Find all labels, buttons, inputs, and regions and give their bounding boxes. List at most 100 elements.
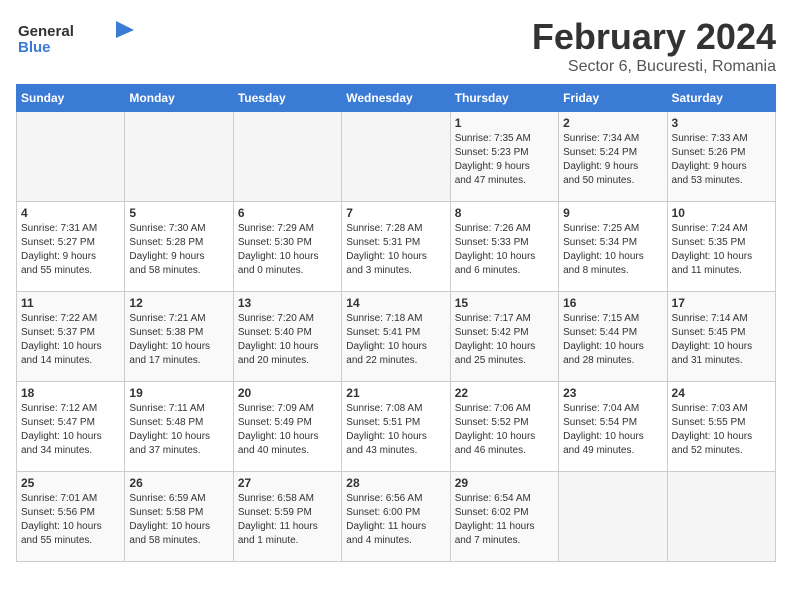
day-number: 28: [346, 476, 445, 490]
calendar-week-5: 25 Sunrise: 7:01 AMSunset: 5:56 PMDayligh…: [17, 472, 776, 562]
day-content: Sunrise: 7:11 AMSunset: 5:48 PMDaylight:…: [129, 402, 228, 458]
calendar-week-2: 4Sunrise: 7:31 AMSunset: 5:27 PMDaylight…: [17, 202, 776, 292]
calendar-cell: 3 Sunrise: 7:33 AMSunset: 5:26 PMDaylight…: [667, 112, 775, 202]
calendar-cell: 24Sunrise: 7:03 AMSunset: 5:55 PMDayligh…: [667, 382, 775, 472]
calendar-cell: 28 Sunrise: 6:56 AMSunset: 6:00 PMDayligh…: [342, 472, 450, 562]
day-number: 7: [346, 206, 445, 220]
calendar-cell: [559, 472, 667, 562]
calendar-week-4: 18 Sunrise: 7:12 AMSunset: 5:47 PMDayligh…: [17, 382, 776, 472]
day-number: 18: [21, 386, 120, 400]
day-number: 13: [238, 296, 337, 310]
svg-text:General: General: [18, 23, 74, 40]
day-content: Sunrise: 7:28 AMSunset: 5:31 PMDaylight:…: [346, 222, 445, 278]
day-number: 5: [129, 206, 228, 220]
day-number: 19: [129, 386, 228, 400]
day-header-saturday: Saturday: [667, 85, 775, 112]
calendar-cell: 5 Sunrise: 7:30 AMSunset: 5:28 PMDaylight…: [125, 202, 233, 292]
calendar-cell: 13 Sunrise: 7:20 AMSunset: 5:40 PMDayligh…: [233, 292, 341, 382]
calendar-cell: 26 Sunrise: 6:59 AMSunset: 5:58 PMDayligh…: [125, 472, 233, 562]
day-header-thursday: Thursday: [450, 85, 558, 112]
title-area: February 2024 Sector 6, Bucuresti, Roman…: [532, 16, 776, 76]
day-content: Sunrise: 7:08 AMSunset: 5:51 PMDaylight:…: [346, 402, 445, 458]
calendar-table: SundayMondayTuesdayWednesdayThursdayFrid…: [16, 84, 776, 562]
day-number: 22: [455, 386, 554, 400]
day-content: Sunrise: 7:35 AMSunset: 5:23 PMDaylight:…: [455, 132, 554, 188]
page-title: February 2024: [532, 16, 776, 58]
calendar-cell: 8 Sunrise: 7:26 AMSunset: 5:33 PMDaylight…: [450, 202, 558, 292]
calendar-cell: 11 Sunrise: 7:22 AMSunset: 5:37 PMDayligh…: [17, 292, 125, 382]
calendar-cell: 4Sunrise: 7:31 AMSunset: 5:27 PMDaylight…: [17, 202, 125, 292]
calendar-cell: 7 Sunrise: 7:28 AMSunset: 5:31 PMDaylight…: [342, 202, 450, 292]
day-header-sunday: Sunday: [17, 85, 125, 112]
day-number: 17: [672, 296, 771, 310]
calendar-week-1: 1 Sunrise: 7:35 AMSunset: 5:23 PMDaylight…: [17, 112, 776, 202]
day-content: Sunrise: 7:34 AMSunset: 5:24 PMDaylight:…: [563, 132, 662, 188]
day-content: Sunrise: 7:30 AMSunset: 5:28 PMDaylight:…: [129, 222, 228, 278]
calendar-cell: 2 Sunrise: 7:34 AMSunset: 5:24 PMDaylight…: [559, 112, 667, 202]
calendar-cell: 21 Sunrise: 7:08 AMSunset: 5:51 PMDayligh…: [342, 382, 450, 472]
calendar-cell: 15 Sunrise: 7:17 AMSunset: 5:42 PMDayligh…: [450, 292, 558, 382]
calendar-cell: 14 Sunrise: 7:18 AMSunset: 5:41 PMDayligh…: [342, 292, 450, 382]
calendar-cell: [667, 472, 775, 562]
svg-text:Blue: Blue: [18, 39, 51, 56]
day-content: Sunrise: 7:22 AMSunset: 5:37 PMDaylight:…: [21, 312, 120, 368]
calendar-cell: 9 Sunrise: 7:25 AMSunset: 5:34 PMDaylight…: [559, 202, 667, 292]
calendar-cell: 1 Sunrise: 7:35 AMSunset: 5:23 PMDaylight…: [450, 112, 558, 202]
calendar-cell: 23Sunrise: 7:04 AMSunset: 5:54 PMDayligh…: [559, 382, 667, 472]
calendar-cell: 29 Sunrise: 6:54 AMSunset: 6:02 PMDayligh…: [450, 472, 558, 562]
day-content: Sunrise: 7:24 AMSunset: 5:35 PMDaylight:…: [672, 222, 771, 278]
day-number: 1: [455, 116, 554, 130]
day-number: 26: [129, 476, 228, 490]
day-content: Sunrise: 7:31 AMSunset: 5:27 PMDaylight:…: [21, 222, 120, 278]
calendar-cell: 16Sunrise: 7:15 AMSunset: 5:44 PMDayligh…: [559, 292, 667, 382]
calendar-cell: [125, 112, 233, 202]
calendar-cell: [342, 112, 450, 202]
calendar-cell: 18 Sunrise: 7:12 AMSunset: 5:47 PMDayligh…: [17, 382, 125, 472]
logo: General Blue: [16, 16, 136, 56]
calendar-cell: 17Sunrise: 7:14 AMSunset: 5:45 PMDayligh…: [667, 292, 775, 382]
day-number: 25: [21, 476, 120, 490]
day-number: 8: [455, 206, 554, 220]
calendar-cell: [233, 112, 341, 202]
day-content: Sunrise: 7:17 AMSunset: 5:42 PMDaylight:…: [455, 312, 554, 368]
day-content: Sunrise: 7:03 AMSunset: 5:55 PMDaylight:…: [672, 402, 771, 458]
day-number: 16: [563, 296, 662, 310]
day-number: 9: [563, 206, 662, 220]
day-content: Sunrise: 7:26 AMSunset: 5:33 PMDaylight:…: [455, 222, 554, 278]
calendar-week-3: 11 Sunrise: 7:22 AMSunset: 5:37 PMDayligh…: [17, 292, 776, 382]
day-content: Sunrise: 7:18 AMSunset: 5:41 PMDaylight:…: [346, 312, 445, 368]
calendar-cell: 20Sunrise: 7:09 AMSunset: 5:49 PMDayligh…: [233, 382, 341, 472]
calendar-cell: 27 Sunrise: 6:58 AMSunset: 5:59 PMDayligh…: [233, 472, 341, 562]
calendar-cell: 25 Sunrise: 7:01 AMSunset: 5:56 PMDayligh…: [17, 472, 125, 562]
calendar-cell: 10Sunrise: 7:24 AMSunset: 5:35 PMDayligh…: [667, 202, 775, 292]
day-content: Sunrise: 7:12 AMSunset: 5:47 PMDaylight:…: [21, 402, 120, 458]
day-header-friday: Friday: [559, 85, 667, 112]
calendar-cell: 6 Sunrise: 7:29 AMSunset: 5:30 PMDaylight…: [233, 202, 341, 292]
day-content: Sunrise: 7:25 AMSunset: 5:34 PMDaylight:…: [563, 222, 662, 278]
calendar-header-row: SundayMondayTuesdayWednesdayThursdayFrid…: [17, 85, 776, 112]
calendar-cell: 19 Sunrise: 7:11 AMSunset: 5:48 PMDayligh…: [125, 382, 233, 472]
day-number: 21: [346, 386, 445, 400]
day-number: 11: [21, 296, 120, 310]
day-number: 15: [455, 296, 554, 310]
day-number: 6: [238, 206, 337, 220]
day-content: Sunrise: 7:29 AMSunset: 5:30 PMDaylight:…: [238, 222, 337, 278]
day-content: Sunrise: 7:20 AMSunset: 5:40 PMDaylight:…: [238, 312, 337, 368]
day-header-monday: Monday: [125, 85, 233, 112]
logo-svg: General Blue: [16, 16, 136, 56]
page-subtitle: Sector 6, Bucuresti, Romania: [532, 58, 776, 76]
day-number: 2: [563, 116, 662, 130]
day-number: 3: [672, 116, 771, 130]
day-content: Sunrise: 7:33 AMSunset: 5:26 PMDaylight:…: [672, 132, 771, 188]
day-content: Sunrise: 6:54 AMSunset: 6:02 PMDaylight:…: [455, 492, 554, 548]
day-content: Sunrise: 6:58 AMSunset: 5:59 PMDaylight:…: [238, 492, 337, 548]
day-content: Sunrise: 6:56 AMSunset: 6:00 PMDaylight:…: [346, 492, 445, 548]
day-number: 14: [346, 296, 445, 310]
day-header-wednesday: Wednesday: [342, 85, 450, 112]
day-content: Sunrise: 6:59 AMSunset: 5:58 PMDaylight:…: [129, 492, 228, 548]
day-number: 27: [238, 476, 337, 490]
day-number: 29: [455, 476, 554, 490]
day-content: Sunrise: 7:01 AMSunset: 5:56 PMDaylight:…: [21, 492, 120, 548]
day-header-tuesday: Tuesday: [233, 85, 341, 112]
calendar-cell: 22Sunrise: 7:06 AMSunset: 5:52 PMDayligh…: [450, 382, 558, 472]
